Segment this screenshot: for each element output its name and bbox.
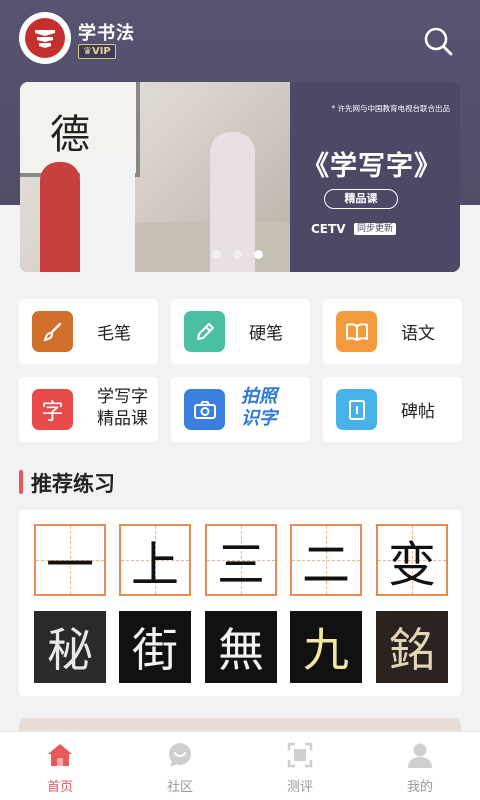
bottom-tabbar: 首页 社区 测评 我的 bbox=[0, 731, 480, 800]
banner-photo: 德 bbox=[20, 82, 290, 272]
practice-char-cell[interactable]: 上 bbox=[119, 524, 191, 596]
practice-char-cell[interactable]: 变 bbox=[376, 524, 448, 596]
banner-carousel[interactable]: 德 * 许先网与中国教育电视台联合出品 《学写字》 精品课 CETV 同步更新 bbox=[20, 82, 460, 272]
pen-icon bbox=[184, 311, 225, 352]
user-icon bbox=[408, 743, 432, 768]
student-figure bbox=[80, 152, 135, 272]
practice-char: 一 bbox=[45, 537, 94, 593]
tile-photo-recognize[interactable]: 拍照 识字 bbox=[171, 377, 310, 442]
tab-label: 我的 bbox=[406, 780, 433, 795]
section-title: 推荐练习 bbox=[31, 472, 115, 496]
book-icon bbox=[336, 311, 377, 352]
app-logo[interactable] bbox=[19, 12, 71, 64]
tile-pen[interactable]: 硬笔 bbox=[171, 299, 310, 364]
practice-char: 二 bbox=[301, 537, 350, 593]
stele-icon bbox=[336, 389, 377, 430]
tile-label-line2: 精品课 bbox=[97, 409, 148, 429]
crown-icon: ♛ bbox=[83, 46, 92, 57]
rubbing-char[interactable]: 無 bbox=[205, 611, 277, 683]
tile-stele[interactable]: 碑帖 bbox=[323, 377, 462, 442]
banner-credit: * 许先网与中国教育电视台联合出品 bbox=[331, 104, 450, 113]
tile-label: 碑帖 bbox=[401, 402, 435, 422]
practice-char-cell[interactable]: 一 bbox=[34, 524, 106, 596]
desk bbox=[120, 222, 290, 272]
tab-evaluate[interactable]: 测评 bbox=[240, 732, 360, 800]
tile-label: 毛笔 bbox=[97, 324, 131, 344]
cetv-sub: 同步更新 bbox=[354, 223, 397, 235]
zi-icon: 字 bbox=[32, 389, 73, 430]
tile-course[interactable]: 字 学写字 精品课 bbox=[19, 377, 158, 442]
search-icon[interactable] bbox=[422, 25, 454, 57]
board-char: 德 bbox=[50, 112, 90, 158]
tile-label-line1: 学写字 bbox=[97, 387, 148, 407]
chat-bubble-icon bbox=[169, 743, 191, 767]
vip-label: VIP bbox=[91, 46, 111, 57]
banner-tag: 精品课 bbox=[324, 189, 398, 209]
tile-chinese[interactable]: 语文 bbox=[323, 299, 462, 364]
practice-card: 一 上 三 二 变 秘 街 無 九 銘 bbox=[19, 510, 461, 696]
tile-label-line2: 识字 bbox=[241, 408, 277, 429]
tab-home[interactable]: 首页 bbox=[0, 732, 120, 800]
section-accent-bar bbox=[19, 470, 23, 494]
rubbing-char[interactable]: 九 bbox=[290, 611, 362, 683]
banner-title: 《学写字》 bbox=[302, 151, 442, 182]
tab-label: 首页 bbox=[46, 780, 73, 795]
brush-icon bbox=[32, 311, 73, 352]
practice-char-cell[interactable]: 二 bbox=[290, 524, 362, 596]
tile-brush[interactable]: 毛笔 bbox=[19, 299, 158, 364]
tile-label: 拍照 识字 bbox=[241, 386, 277, 430]
tile-label: 学写字 精品课 bbox=[97, 386, 148, 430]
home-icon bbox=[48, 744, 72, 766]
carousel-dot[interactable] bbox=[212, 250, 221, 259]
tab-label: 测评 bbox=[286, 780, 313, 795]
next-section-preview bbox=[19, 718, 461, 732]
tab-community[interactable]: 社区 bbox=[120, 732, 240, 800]
tile-label-line1: 拍照 bbox=[241, 386, 277, 407]
camera-icon bbox=[184, 389, 225, 430]
tab-mine[interactable]: 我的 bbox=[360, 732, 480, 800]
rubbing-char[interactable]: 街 bbox=[119, 611, 191, 683]
tab-label: 社区 bbox=[166, 780, 193, 795]
carousel-indicator bbox=[212, 250, 263, 259]
carousel-dot-active[interactable] bbox=[254, 250, 263, 259]
practice-char: 变 bbox=[387, 537, 436, 593]
practice-char: 三 bbox=[216, 537, 265, 593]
carousel-dot[interactable] bbox=[233, 250, 242, 259]
rubbing-char[interactable]: 銘 bbox=[376, 611, 448, 683]
scan-icon bbox=[287, 742, 313, 768]
student-figure bbox=[40, 162, 80, 272]
tile-label: 硬笔 bbox=[249, 324, 283, 344]
practice-char: 上 bbox=[130, 537, 179, 593]
practice-char-cell[interactable]: 三 bbox=[205, 524, 277, 596]
vip-badge[interactable]: ♛VIP bbox=[78, 44, 116, 59]
rubbing-char[interactable]: 秘 bbox=[34, 611, 106, 683]
tile-label: 语文 bbox=[401, 324, 435, 344]
app-title: 学书法 bbox=[78, 23, 135, 44]
logo-icon bbox=[25, 18, 65, 58]
cetv-logo: CETV bbox=[311, 222, 346, 236]
